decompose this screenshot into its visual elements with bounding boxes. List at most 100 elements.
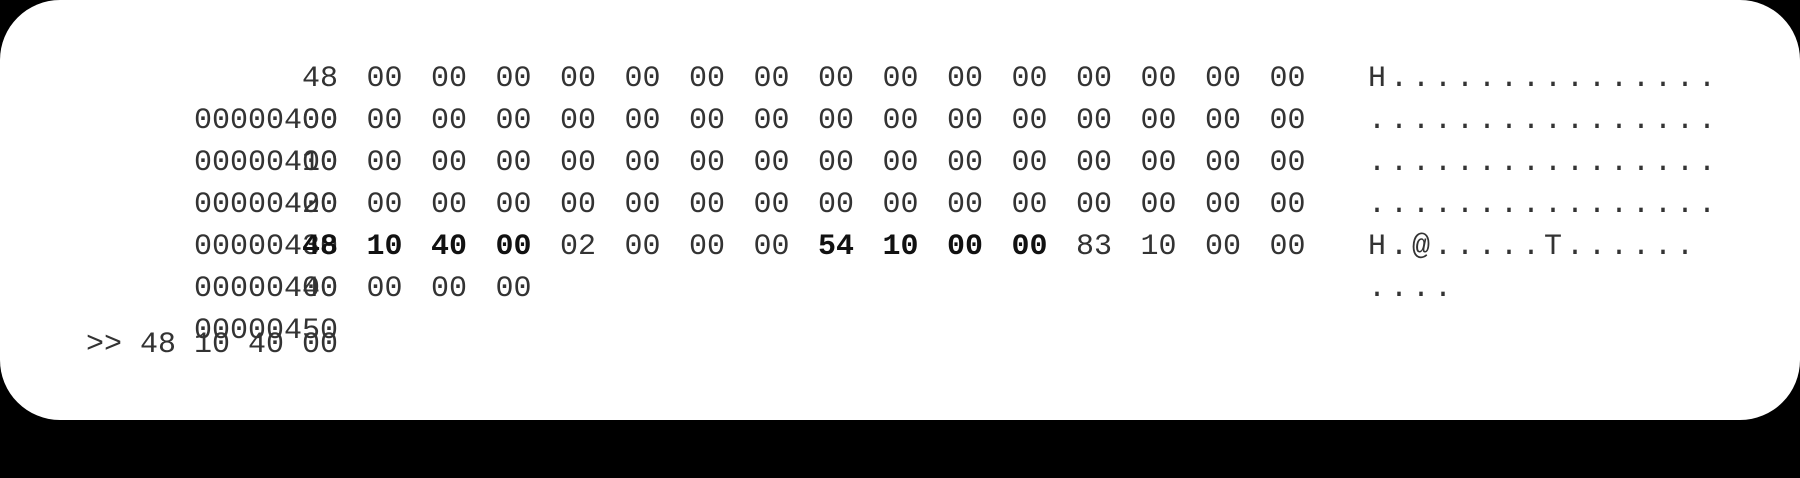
hex-byte: 00	[818, 188, 855, 222]
hex-byte: 00	[431, 272, 468, 306]
hex-byte: 00	[624, 62, 661, 96]
hex-byte: 00	[302, 188, 339, 222]
hex-byte: 00	[495, 272, 532, 306]
row-ascii: H...............	[1368, 62, 1721, 96]
hex-byte: 54	[818, 230, 855, 264]
hex-byte: 00	[495, 104, 532, 138]
hex-byte: 00	[560, 146, 597, 180]
hex-byte: 00	[302, 146, 339, 180]
hex-byte: 00	[1011, 104, 1048, 138]
hex-byte: 00	[1269, 188, 1306, 222]
hex-byte: 00	[624, 188, 661, 222]
hex-byte: 00	[882, 188, 919, 222]
hex-byte: 00	[560, 188, 597, 222]
hex-byte: 00	[366, 146, 403, 180]
hex-byte: 00	[302, 272, 339, 306]
hex-byte: 00	[882, 146, 919, 180]
hex-byte: 00	[1011, 62, 1048, 96]
hex-byte: 00	[753, 188, 790, 222]
hex-byte: 00	[689, 188, 726, 222]
hex-byte: 48	[302, 62, 339, 96]
hex-byte: 00	[753, 62, 790, 96]
row-bytes: 00 00 00 00 00 00 00 00 00 00 00 00 00 00 00 00	[302, 100, 1334, 142]
row-ascii: ....	[1368, 272, 1457, 306]
hex-byte: 00	[1205, 62, 1242, 96]
hex-byte: 00	[689, 146, 726, 180]
hex-byte: 00	[1076, 62, 1113, 96]
hex-byte: 00	[753, 104, 790, 138]
hex-byte: 00	[1269, 146, 1306, 180]
row-bytes: 00 00 00 00 00 00 00 00 00 00 00 00 00 00 00 00	[302, 184, 1334, 226]
hex-row: 00000450 00 00 00 00 ....	[86, 268, 1452, 348]
hex-byte: 00	[947, 146, 984, 180]
hex-byte: 00	[753, 146, 790, 180]
hex-byte: 00	[689, 62, 726, 96]
hex-byte: 00	[1076, 146, 1113, 180]
hex-byte: 00	[624, 230, 661, 264]
hex-byte: 10	[366, 230, 403, 264]
hex-byte: 00	[560, 62, 597, 96]
hex-byte: 00	[431, 104, 468, 138]
hex-byte: 00	[1205, 104, 1242, 138]
hex-byte: 00	[689, 230, 726, 264]
hex-byte: 00	[1076, 188, 1113, 222]
hex-byte: 00	[882, 104, 919, 138]
hex-byte: 48	[302, 230, 339, 264]
hex-byte: 00	[366, 62, 403, 96]
hex-byte: 10	[882, 230, 919, 264]
hex-byte: 02	[560, 230, 597, 264]
row-bytes: 48 00 00 00 00 00 00 00 00 00 00 00 00 00 00 00	[302, 58, 1334, 100]
row-ascii: H.@.....T......	[1368, 230, 1699, 264]
hex-byte: 00	[947, 104, 984, 138]
hex-dump: 00000400 48 00 00 00 00 00 00 00 00 00 00 00 00 00 00 0…	[86, 58, 1716, 348]
hex-byte: 00	[753, 230, 790, 264]
command-line: >> 48 10 40 00	[86, 328, 339, 362]
hex-byte: 00	[495, 230, 532, 264]
hex-row: 00000410 00 00 00 00 00 00 00 00 00 00 00 00 00 00 00 0…	[86, 100, 1716, 180]
hex-byte: 00	[947, 230, 984, 264]
hex-byte: 00	[1140, 104, 1177, 138]
hex-byte: 00	[1205, 230, 1242, 264]
hex-byte: 00	[495, 188, 532, 222]
hex-row: 00000440 48 10 40 00 02 00 00 00 54 10 00 00 83 10 00 0…	[86, 226, 1694, 306]
hex-row: 00000400 48 00 00 00 00 00 00 00 00 00 00 00 00 00 00 0…	[86, 58, 1716, 138]
hex-byte: 00	[1140, 62, 1177, 96]
hex-byte: 00	[495, 146, 532, 180]
row-bytes: 00 00 00 00	[302, 268, 560, 310]
hex-byte: 00	[366, 188, 403, 222]
hex-byte: 00	[1269, 230, 1306, 264]
hex-byte: 83	[1076, 230, 1113, 264]
hex-dump-panel: 00000400 48 00 00 00 00 00 00 00 00 00 00 00 00 00 00 0…	[0, 0, 1800, 420]
hex-byte: 00	[431, 188, 468, 222]
hex-byte: 00	[818, 146, 855, 180]
hex-byte: 00	[1011, 146, 1048, 180]
hex-byte: 10	[1140, 230, 1177, 264]
hex-byte: 00	[1076, 104, 1113, 138]
hex-byte: 00	[624, 146, 661, 180]
hex-byte: 00	[1269, 62, 1306, 96]
hex-byte: 00	[1140, 146, 1177, 180]
hex-byte: 00	[882, 62, 919, 96]
hex-byte: 00	[366, 272, 403, 306]
row-ascii: ................	[1368, 104, 1721, 138]
hex-byte: 00	[947, 188, 984, 222]
hex-byte: 00	[1269, 104, 1306, 138]
hex-byte: 00	[302, 104, 339, 138]
hex-byte: 00	[818, 104, 855, 138]
hex-byte: 00	[1011, 188, 1048, 222]
hex-byte: 00	[624, 104, 661, 138]
hex-byte: 00	[366, 104, 403, 138]
hex-byte: 00	[1205, 188, 1242, 222]
hex-byte: 00	[431, 146, 468, 180]
hex-byte: 40	[431, 230, 468, 264]
row-bytes: 48 10 40 00 02 00 00 00 54 10 00 00 83 10 00 00	[302, 226, 1334, 268]
row-ascii: ................	[1368, 188, 1721, 222]
hex-byte: 00	[818, 62, 855, 96]
hex-row: 00000420 00 00 00 00 00 00 00 00 00 00 00 00 00 00 00 0…	[86, 142, 1716, 222]
row-ascii: ................	[1368, 146, 1721, 180]
hex-byte: 00	[1205, 146, 1242, 180]
hex-byte: 00	[1140, 188, 1177, 222]
hex-byte: 00	[689, 104, 726, 138]
row-bytes: 00 00 00 00 00 00 00 00 00 00 00 00 00 00 00 00	[302, 142, 1334, 184]
hex-byte: 00	[560, 104, 597, 138]
